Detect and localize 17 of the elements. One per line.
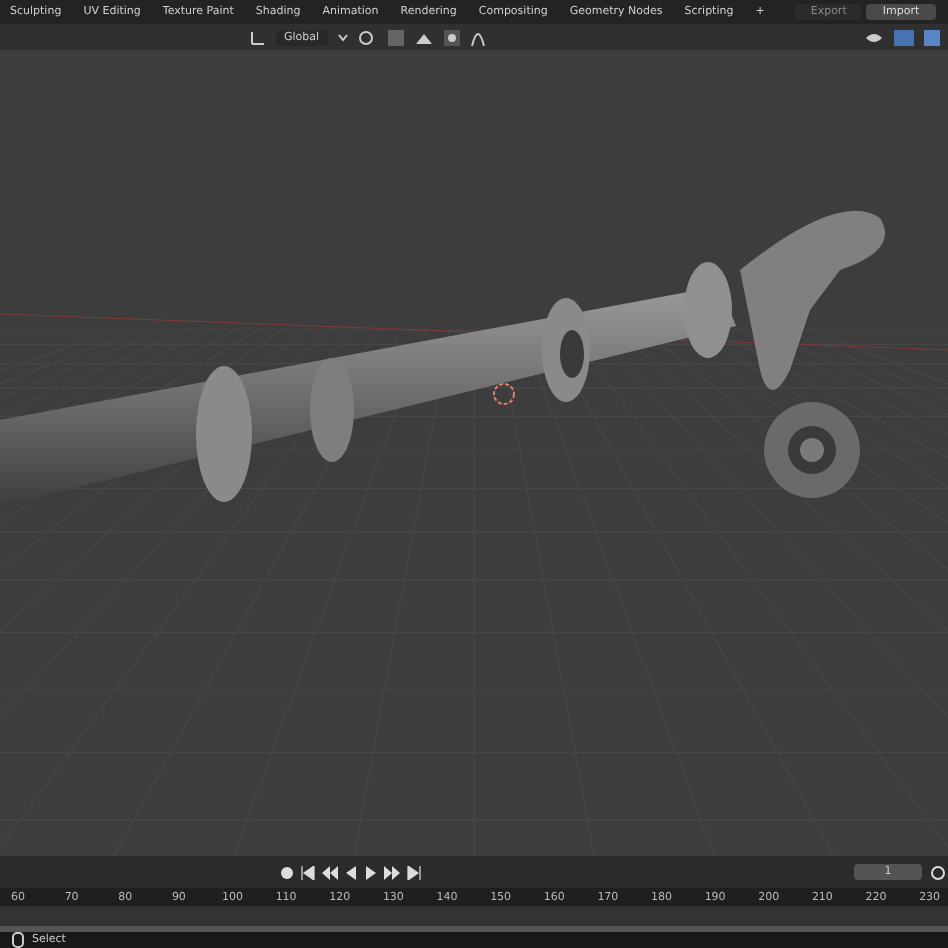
play-reverse-icon[interactable] [344, 865, 358, 879]
snap-target-icon[interactable] [413, 29, 434, 45]
caret-icon[interactable] [337, 33, 348, 41]
play-icon[interactable] [364, 865, 378, 879]
pivot-icon[interactable] [357, 29, 378, 45]
jump-end-icon[interactable] [406, 865, 422, 879]
previous-keyframe-icon[interactable] [322, 865, 338, 879]
timeline-track[interactable] [0, 906, 948, 932]
record-icon[interactable] [280, 865, 294, 879]
mouse-icon [12, 932, 24, 948]
next-keyframe-icon[interactable] [384, 865, 400, 879]
jump-start-icon[interactable] [300, 865, 316, 879]
orientation-axes-icon[interactable] [250, 29, 266, 45]
stopwatch-icon[interactable] [930, 864, 946, 880]
falloff-icon[interactable] [469, 29, 486, 45]
proportional-edit-icon[interactable] [443, 29, 460, 45]
visibility-icon[interactable] [864, 29, 884, 45]
